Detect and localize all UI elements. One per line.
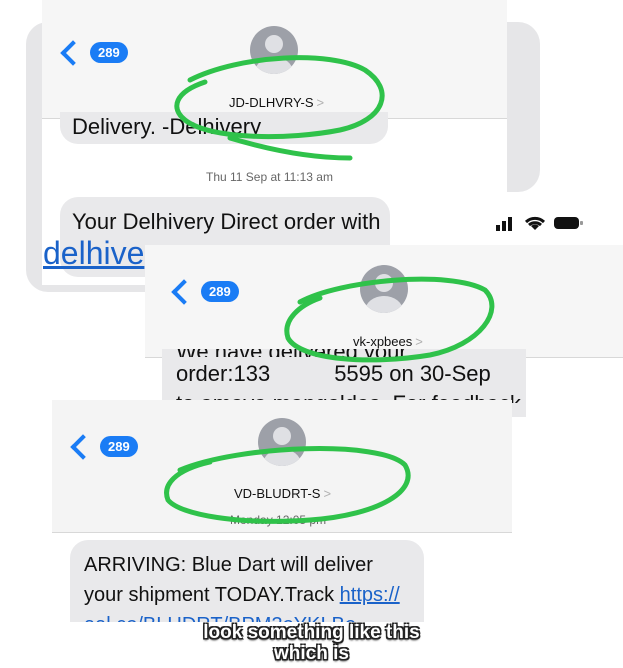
battery-icon bbox=[554, 217, 583, 229]
chevron-right-icon: > bbox=[316, 95, 325, 110]
unread-count-badge: 289 bbox=[100, 436, 138, 457]
unread-count-badge: 289 bbox=[201, 281, 239, 302]
message-line: your shipment TODAY.Track https:// bbox=[84, 584, 400, 606]
contact-avatar[interactable] bbox=[258, 418, 306, 466]
signal-icon bbox=[496, 217, 512, 231]
back-button[interactable]: 289 bbox=[60, 39, 128, 66]
message-bubble-previous: Delivery. -Delhivery bbox=[60, 112, 388, 144]
caption-line: look something like this bbox=[203, 622, 420, 643]
conversation-header: 289 JD-DLHVRY-S > bbox=[42, 0, 507, 119]
back-button[interactable]: 289 bbox=[70, 433, 138, 460]
back-button[interactable]: 289 bbox=[171, 278, 239, 305]
conversation-header: 289 vk-xpbees > bbox=[145, 245, 623, 358]
message-timestamp: Thu 11 Sep at 11:13 am bbox=[206, 170, 333, 184]
chevron-left-icon bbox=[60, 39, 86, 66]
screenshot-vd-bludrt: 289 VD-BLUDRT-S > Monday 12:05 pm ARRIVIN… bbox=[52, 400, 512, 622]
caption-line: which is bbox=[274, 643, 349, 664]
message-bubble: ARRIVING: Blue Dart will deliver your sh… bbox=[70, 540, 424, 622]
conversation-header: 289 VD-BLUDRT-S > Monday 12:05 pm bbox=[52, 400, 512, 533]
message-line: order:133 5595 on 30-Sep bbox=[176, 361, 491, 386]
video-caption: look something like this which is bbox=[0, 622, 623, 664]
message-timestamp: Monday 12:05 pm bbox=[230, 513, 327, 527]
tracking-link-continued[interactable]: aal.co/BLUDRT/BPM3oYKI Bo bbox=[84, 610, 424, 622]
sender-name[interactable]: vk-xpbees > bbox=[353, 334, 423, 349]
message-line: We have delivered your bbox=[176, 349, 526, 357]
wifi-icon bbox=[524, 216, 546, 230]
chevron-left-icon bbox=[70, 433, 96, 460]
chevron-left-icon bbox=[171, 278, 197, 305]
message-line: ARRIVING: Blue Dart will deliver bbox=[84, 554, 373, 576]
contact-avatar[interactable] bbox=[250, 26, 298, 74]
partial-link[interactable]: delhive bbox=[43, 237, 144, 269]
sender-name[interactable]: JD-DLHVRY-S > bbox=[229, 95, 324, 110]
chevron-right-icon: > bbox=[323, 486, 332, 501]
chevron-right-icon: > bbox=[415, 334, 423, 349]
status-bar bbox=[496, 215, 584, 231]
contact-avatar[interactable] bbox=[360, 265, 408, 313]
screenshot-vk-xpbees: 289 vk-xpbees> We have delivered your or… bbox=[145, 245, 623, 417]
sender-name[interactable]: VD-BLUDRT-S > bbox=[234, 486, 331, 501]
tracking-link[interactable]: https:// bbox=[340, 584, 400, 606]
unread-count-badge: 289 bbox=[90, 42, 128, 63]
